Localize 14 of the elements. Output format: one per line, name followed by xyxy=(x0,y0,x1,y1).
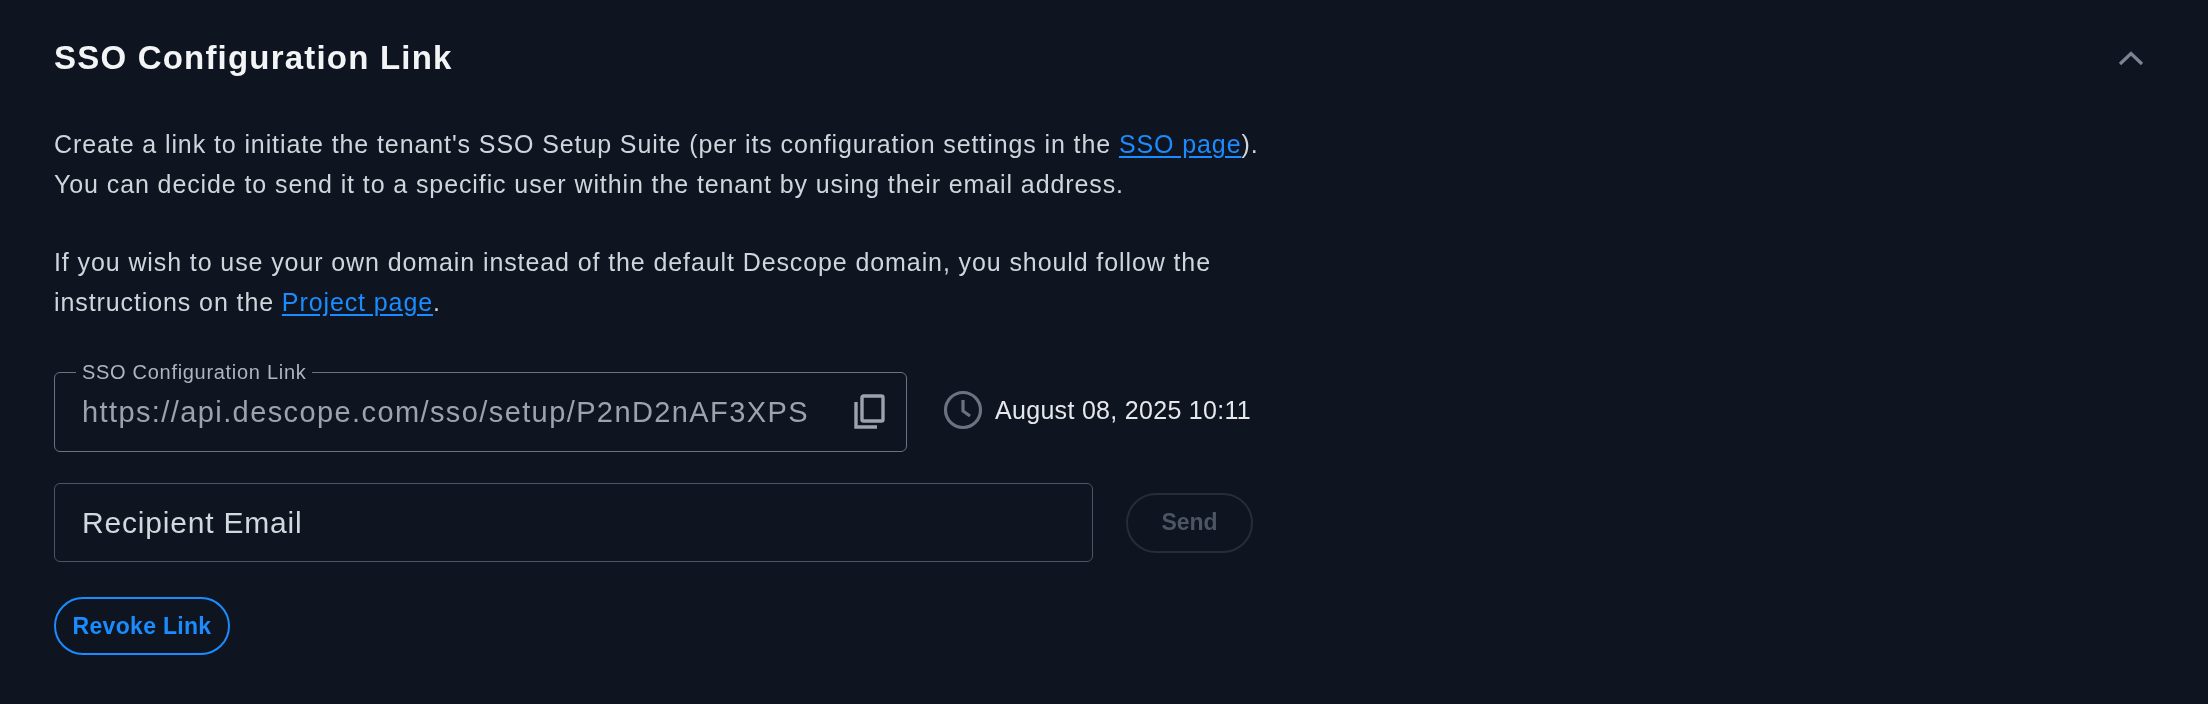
email-field[interactable]: Recipient Email xyxy=(54,483,1093,562)
description-text: Create a link to initiate the tenant's SSO Setup Suite (per its configuration settings in the SSO page). You can decide to send it to a specific user within the tenant by using their email address. xyxy=(54,129,1260,200)
description-text: If you wish to use your own domain instead of the default Descope domain, you should follow the instructions on the Project page. xyxy=(54,247,1212,318)
section-title: SSO Configuration Link xyxy=(54,38,453,78)
revoke-link-button[interactable]: Revoke Link xyxy=(54,597,230,655)
link-field[interactable]: SSO Configuration Link https://api.descope.com/sso/setup/P2nD2nAF3XPS xyxy=(54,361,907,452)
chevron-up-icon[interactable] xyxy=(2118,50,2144,66)
text-link[interactable]: Project page xyxy=(281,288,433,316)
field-label: SSO Configuration Link xyxy=(81,361,308,383)
clock-icon xyxy=(943,389,983,430)
text-link[interactable]: SSO page xyxy=(1118,130,1242,158)
link-value: https://api.descope.com/sso/setup/P2nD2nAF3XPS xyxy=(82,395,809,430)
copy-icon[interactable] xyxy=(852,394,886,430)
timestamp: August 08, 2025 10:11 xyxy=(995,394,1252,425)
